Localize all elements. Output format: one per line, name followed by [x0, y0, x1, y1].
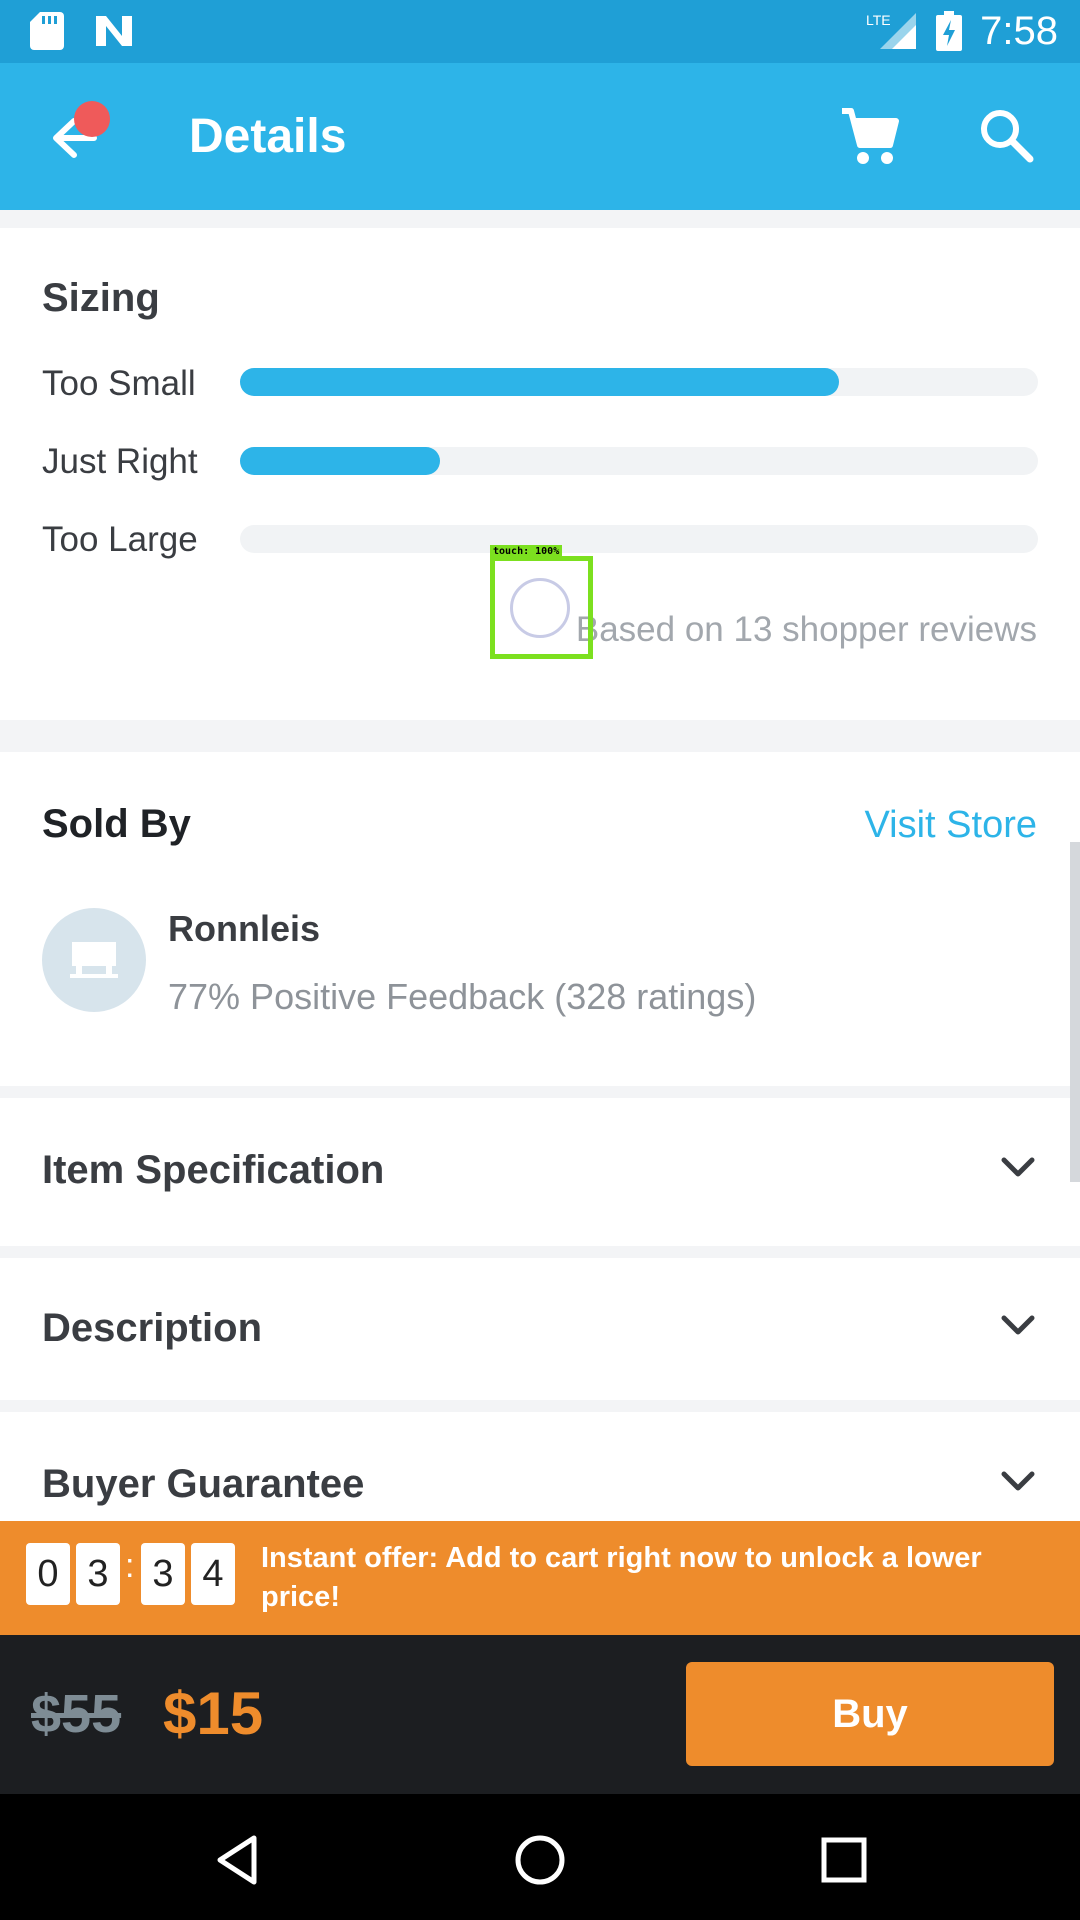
- store-feedback: 77% Positive Feedback (328 ratings): [168, 976, 757, 1017]
- size-bar-too-small: [240, 368, 1038, 396]
- system-nav-bar: [0, 1794, 1080, 1920]
- reviews-note: Based on 13 shopper reviews: [575, 610, 1037, 649]
- store-icon: [70, 942, 118, 978]
- n-icon: [96, 16, 132, 46]
- size-label-too-large: Too Large: [42, 520, 198, 559]
- chevron-down-icon[interactable]: [1000, 1314, 1036, 1338]
- buy-button[interactable]: Buy: [686, 1662, 1054, 1766]
- notification-dot: [74, 101, 110, 137]
- divider: [0, 1086, 1080, 1098]
- size-bar-fill: [240, 447, 440, 475]
- page-title: Details: [189, 110, 347, 163]
- offer-text: Instant offer: Add to cart right now to …: [261, 1542, 982, 1613]
- countdown-digit: 4: [191, 1543, 235, 1605]
- nav-back-icon[interactable]: [208, 1830, 268, 1890]
- status-bar: LTE 7:58: [0, 0, 1080, 63]
- sizing-title: Sizing: [42, 276, 160, 320]
- cart-icon[interactable]: [838, 105, 902, 169]
- divider: [0, 210, 1080, 230]
- countdown-digit: 3: [141, 1543, 185, 1605]
- original-price: $55: [31, 1684, 122, 1744]
- touch-ripple: [510, 578, 570, 638]
- search-icon[interactable]: [976, 105, 1036, 165]
- chevron-down-icon[interactable]: [1000, 1470, 1036, 1494]
- svg-text:LTE: LTE: [866, 12, 891, 28]
- divider: [0, 1400, 1080, 1412]
- signal-icon: LTE: [866, 12, 917, 49]
- scrollbar[interactable]: [1070, 842, 1080, 1182]
- current-price: $15: [163, 1680, 264, 1747]
- size-bar-fill: [240, 368, 839, 396]
- battery-icon: [936, 11, 963, 51]
- sold-by-title: Sold By: [42, 802, 191, 846]
- nav-recents-icon[interactable]: [814, 1830, 874, 1890]
- countdown-digit: 3: [76, 1543, 120, 1605]
- divider: [0, 720, 1080, 752]
- store-avatar[interactable]: [42, 908, 146, 1012]
- countdown-separator: :: [125, 1547, 135, 1585]
- app-bar: Details: [0, 63, 1080, 210]
- status-time: 7:58: [980, 8, 1058, 53]
- chevron-down-icon[interactable]: [1000, 1156, 1036, 1180]
- size-bar-just-right: [240, 447, 1038, 475]
- visit-store-link[interactable]: Visit Store: [865, 804, 1037, 847]
- size-label-too-small: Too Small: [42, 364, 196, 403]
- nav-home-icon[interactable]: [510, 1830, 570, 1890]
- sd-card-icon: [30, 12, 64, 50]
- buy-bar: $55 $15 Buy: [0, 1635, 1080, 1794]
- divider: [0, 1246, 1080, 1258]
- size-bar-too-large: [240, 525, 1038, 553]
- store-name[interactable]: Ronnleis: [168, 908, 320, 950]
- accordion-label: Item Specification: [42, 1148, 385, 1192]
- accordion-label: Description: [42, 1306, 263, 1350]
- accordion-label: Buyer Guarantee: [42, 1462, 365, 1506]
- countdown-digit: 0: [26, 1543, 70, 1605]
- size-label-just-right: Just Right: [42, 442, 198, 481]
- instant-offer-banner[interactable]: 0 3 : 3 4 Instant offer: Add to cart rig…: [0, 1521, 1080, 1635]
